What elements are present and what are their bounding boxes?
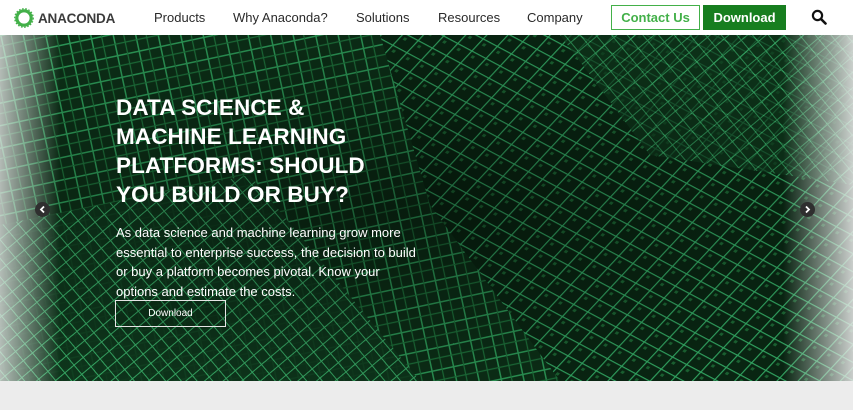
anaconda-logo[interactable]: ANACONDA (14, 8, 115, 28)
hero-title: DATA SCIENCE & MACHINE LEARNING PLATFORM… (116, 93, 436, 209)
hero-title-line-2: MACHINE LEARNING (116, 124, 347, 149)
hero-description: As data science and machine learning gro… (116, 225, 416, 299)
hero-title-line-4: YOU BUILD OR BUY? (116, 182, 349, 207)
page-content-area (0, 381, 853, 410)
hero-right-fade (783, 35, 853, 381)
carousel-next-button[interactable] (800, 202, 815, 217)
contact-us-button[interactable]: Contact Us (611, 5, 700, 30)
logo-wordmark: ANACONDA (38, 10, 116, 26)
search-icon[interactable] (811, 9, 827, 25)
nav-company[interactable]: Company (527, 10, 583, 25)
hero-left-fade (0, 35, 60, 381)
nav-why-anaconda[interactable]: Why Anaconda? (233, 10, 328, 25)
chevron-left-icon (39, 205, 45, 214)
site-header: ANACONDA Products Why Anaconda? Solution… (0, 0, 853, 35)
nav-resources[interactable]: Resources (438, 10, 500, 25)
hero-download-button[interactable]: Download (115, 300, 226, 327)
nav-solutions[interactable]: Solutions (356, 10, 409, 25)
hero-title-line-3: PLATFORMS: SHOULD (116, 153, 365, 178)
chevron-right-icon (805, 205, 811, 214)
nav-products[interactable]: Products (154, 10, 205, 25)
carousel-prev-button[interactable] (35, 202, 50, 217)
download-button[interactable]: Download (703, 5, 786, 30)
anaconda-ring-icon (14, 8, 34, 28)
hero-title-line-1: DATA SCIENCE & (116, 95, 305, 120)
hero-carousel: DATA SCIENCE & MACHINE LEARNING PLATFORM… (0, 35, 853, 381)
